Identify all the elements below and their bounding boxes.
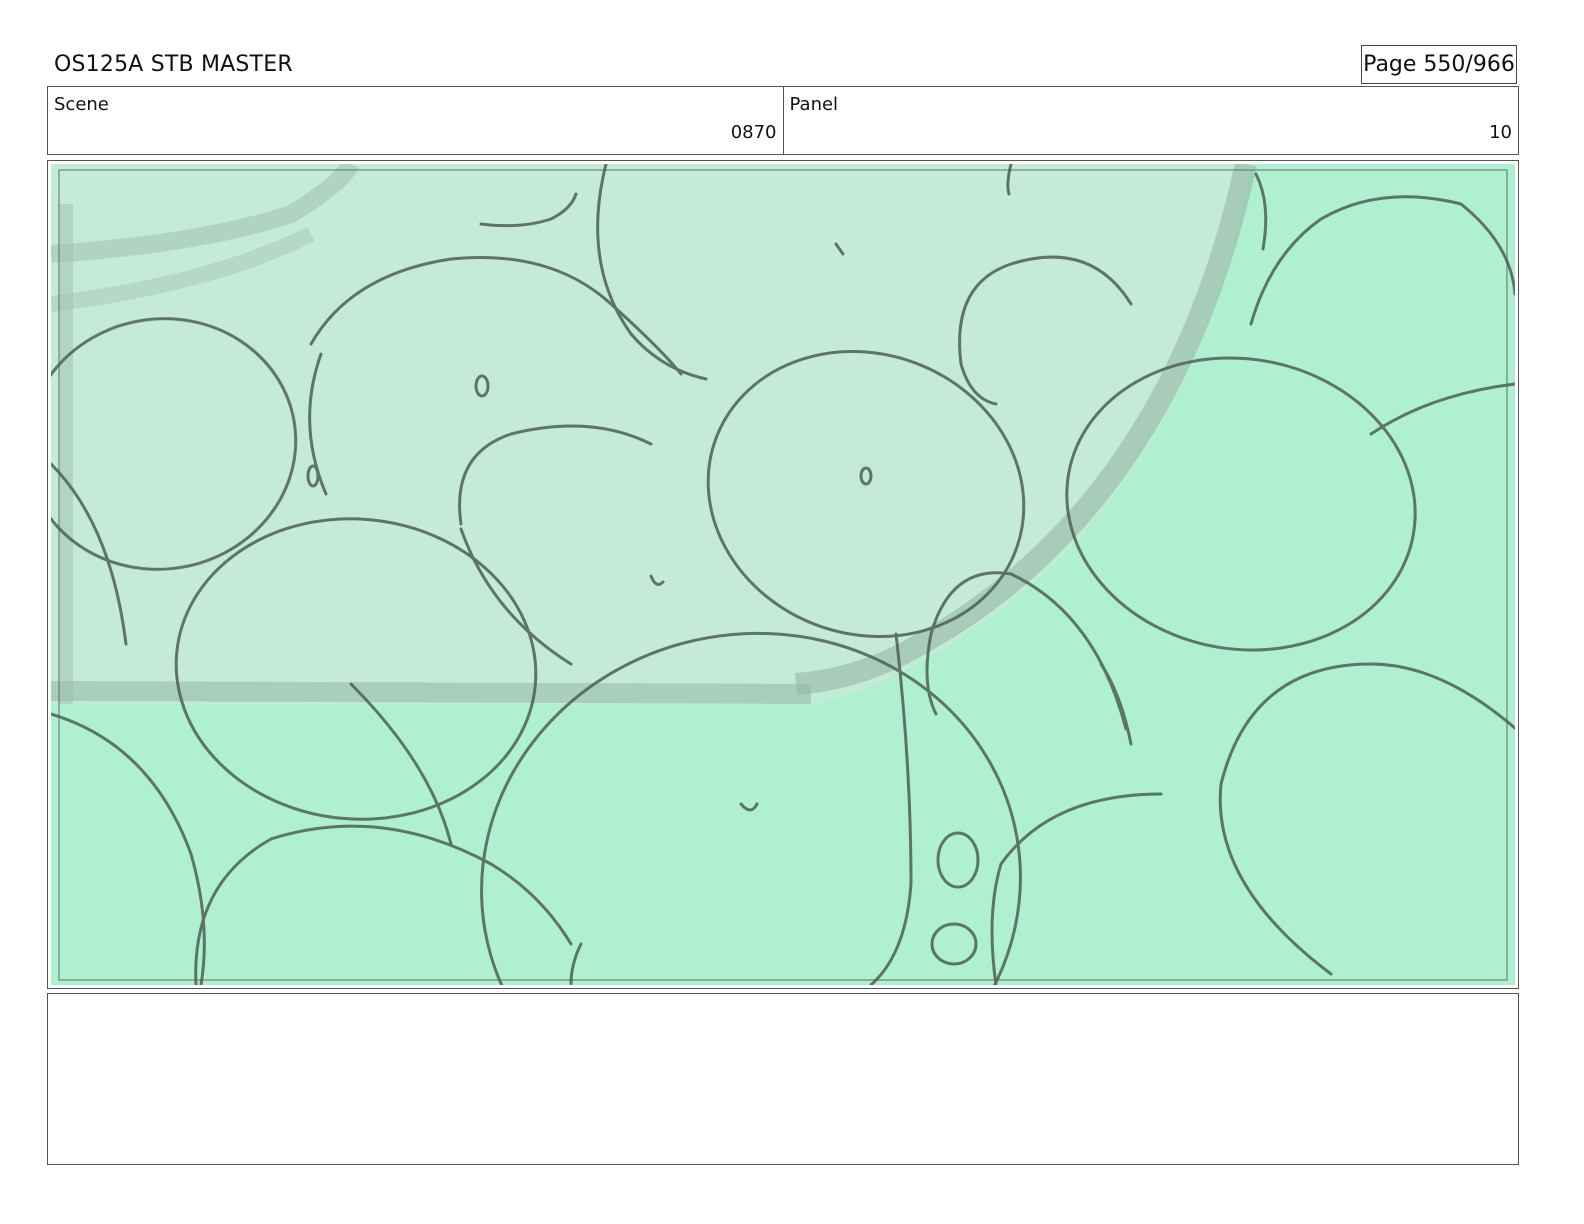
scene-value: 0870	[730, 122, 777, 143]
panel-cell: Panel 10	[782, 87, 1519, 154]
scene-panel-info: Scene 0870 Panel 10	[47, 86, 1519, 155]
storyboard-panel	[47, 160, 1519, 989]
panel-label: Panel	[789, 94, 839, 115]
panel-value: 10	[1489, 122, 1512, 143]
scene-label: Scene	[54, 94, 109, 115]
scene-cell: Scene 0870	[48, 87, 783, 154]
document-title: OS125A STB MASTER	[54, 52, 293, 77]
page-number: Page 550/966	[1361, 45, 1517, 84]
panel-notes-box	[47, 993, 1519, 1165]
storyboard-sketch-image	[51, 164, 1515, 985]
